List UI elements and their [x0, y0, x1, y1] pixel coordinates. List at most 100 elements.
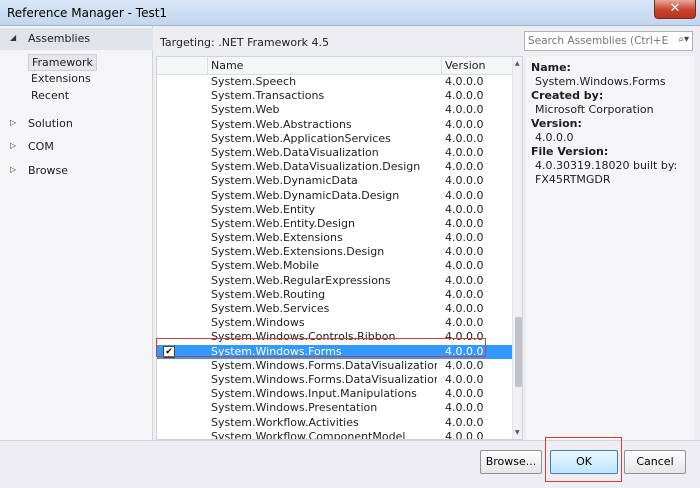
table-row[interactable]: System.Windows.Controls.Ribbon 4.0.0.0	[157, 330, 512, 344]
assembly-version: 4.0.0.0	[445, 302, 484, 315]
close-icon: ✕	[669, 1, 681, 16]
column-header-version[interactable]: Version	[445, 59, 485, 72]
scroll-down-icon[interactable]: ▼	[515, 429, 520, 436]
table-row[interactable]: System.Web.DynamicData 4.0.0.0	[157, 174, 512, 188]
assembly-version: 4.0.0.0	[445, 160, 484, 174]
list-rows: System.Speech 4.0.0.0 System.Transactions 4…	[157, 75, 512, 440]
table-row[interactable]: System.Web.Routing 4.0.0.0	[157, 288, 512, 302]
assembly-version: 4.0.0.0	[445, 174, 484, 188]
assembly-version: 4.0.0.0	[445, 287, 484, 301]
detail-created-label: Created by:	[531, 89, 604, 102]
table-row[interactable]: System.Web.Abstractions 4.0.0.0	[157, 118, 512, 132]
nav-group-label: Solution	[28, 117, 73, 130]
table-row[interactable]: System.Web.ApplicationServices 4.0.0.0	[157, 132, 512, 146]
table-row[interactable]: System.Web 4.0.0.0	[157, 103, 512, 117]
assembly-list[interactable]: Name Version System.Speech 4.0.0.0 System.…	[156, 56, 523, 440]
table-row[interactable]: System.Web.Entity 4.0.0.0	[157, 203, 512, 217]
assembly-name: System.Web.Services	[211, 302, 330, 315]
assembly-version: 4.0.0.0	[445, 245, 484, 259]
table-row[interactable]: System.Web.Extensions 4.0.0.0	[157, 231, 512, 245]
nav-item-recent[interactable]: Recent	[28, 88, 72, 105]
assembly-version: 4.0.0.0	[445, 273, 484, 287]
search-box[interactable]: ⌕▾	[524, 31, 693, 51]
targeting-label: Targeting: .NET Framework 4.5	[160, 36, 330, 49]
assembly-name: System.Windows.Presentation	[211, 401, 378, 415]
title-bar: Reference Manager - Test1 ✕	[0, 0, 700, 26]
assembly-name: System.Web.Routing	[211, 287, 326, 301]
assembly-name: System.Web.DynamicData	[211, 174, 358, 188]
scroll-thumb[interactable]	[515, 317, 522, 387]
assembly-version: 4.0.0.0	[445, 344, 484, 358]
table-row[interactable]: System.Web.DataVisualization 4.0.0.0	[157, 146, 512, 160]
table-row[interactable]: System.Web.DynamicData.Design 4.0.0.0	[157, 189, 512, 203]
browse-button[interactable]: Browse...	[480, 450, 542, 474]
table-row[interactable]: System.Windows.Forms.DataVisualization.D…	[157, 373, 512, 387]
table-row[interactable]: System.Web.DataVisualization.Design 4.0.0…	[157, 160, 512, 174]
assembly-version: 4.0.0.0	[445, 103, 484, 117]
assembly-name: System.Web.Extensions.Design	[211, 245, 385, 259]
collapsed-arrow-icon: ▷	[10, 141, 17, 150]
table-row[interactable]: System.Web.Extensions.Design 4.0.0.0	[157, 245, 512, 259]
assembly-name: System.Windows.Forms	[211, 344, 342, 358]
table-row[interactable]: System.Transactions 4.0.0.0	[157, 89, 512, 103]
search-options-icon[interactable]: ⌕▾	[678, 34, 689, 45]
reference-checkbox[interactable]: ✔	[163, 345, 175, 358]
assembly-name: System.Transactions	[211, 89, 325, 103]
assembly-version: 4.0.0.0	[445, 131, 484, 145]
nav-group-browse[interactable]: ▷ Browse	[0, 160, 153, 182]
nav-item-extensions[interactable]: Extensions	[28, 71, 94, 88]
assembly-version: 4.0.0.0	[445, 316, 484, 330]
table-row[interactable]: System.Windows.Input.Manipulations 4.0.0.…	[157, 387, 512, 401]
nav-group-solution[interactable]: ▷ Solution	[0, 113, 153, 135]
table-row[interactable]: System.Workflow.ComponentModel 4.0.0.0	[157, 429, 512, 440]
assembly-version: 4.0.0.0	[445, 231, 484, 245]
list-scrollbar[interactable]: ▲ ▼	[512, 57, 522, 439]
assembly-version: 4.0.0.0	[445, 429, 484, 440]
assembly-version: 4.0.0.0	[445, 75, 484, 88]
scroll-up-icon[interactable]: ▲	[515, 60, 520, 67]
table-row[interactable]: System.Speech 4.0.0.0	[157, 75, 512, 89]
table-row[interactable]: System.Workflow.Activities 4.0.0.0	[157, 416, 512, 430]
assembly-name: System.Workflow.Activities	[211, 415, 359, 429]
detail-name-value: System.Windows.Forms	[535, 75, 666, 88]
assembly-version: 4.0.0.0	[445, 259, 484, 273]
assembly-version: 4.0.0.0	[445, 202, 484, 216]
table-row[interactable]: System.Web.Services 4.0.0.0	[157, 302, 512, 316]
detail-panel: Name: System.Windows.Forms Created by: M…	[526, 56, 694, 440]
column-separator	[441, 57, 442, 75]
cancel-button[interactable]: Cancel	[624, 450, 686, 474]
detail-file-version-build: FX45RTMGDR	[535, 173, 611, 186]
nav-item-framework[interactable]: Framework	[28, 54, 97, 71]
list-header: Name Version	[157, 57, 512, 75]
assembly-version: 4.0.0.0	[445, 89, 484, 103]
table-row[interactable]: System.Web.RegularExpressions 4.0.0.0	[157, 274, 512, 288]
nav-group-label: Assemblies	[28, 32, 91, 45]
column-header-name[interactable]: Name	[211, 59, 243, 72]
assembly-name: System.Web.Mobile	[211, 259, 320, 273]
close-button[interactable]: ✕	[654, 0, 696, 19]
collapsed-arrow-icon: ▷	[10, 165, 17, 174]
ok-button[interactable]: OK	[550, 450, 618, 474]
assembly-version: 4.0.0.0	[445, 145, 484, 159]
nav-group-com[interactable]: ▷ COM	[0, 136, 153, 158]
table-row[interactable]: System.Windows.Forms.DataVisualization 4.…	[157, 359, 512, 373]
table-row[interactable]: System.Web.Entity.Design 4.0.0.0	[157, 217, 512, 231]
assembly-name: System.Windows.Controls.Ribbon	[211, 330, 396, 344]
search-input[interactable]	[528, 34, 668, 48]
dialog-body: ◢ Assemblies Framework Extensions Recent…	[0, 26, 700, 488]
table-row[interactable]: ✔ System.Windows.Forms 4.0.0.0	[157, 344, 512, 359]
detail-version-label: Version:	[531, 117, 582, 130]
assembly-name: System.Speech	[211, 75, 297, 88]
detail-file-version-label: File Version:	[531, 145, 609, 158]
table-row[interactable]: System.Web.Mobile 4.0.0.0	[157, 259, 512, 273]
expanded-arrow-icon: ◢	[10, 33, 17, 42]
category-nav: ◢ Assemblies Framework Extensions Recent…	[0, 26, 153, 440]
table-row[interactable]: System.Windows.Presentation 4.0.0.0	[157, 401, 512, 415]
assembly-name: System.Web.DataVisualization.Design	[211, 160, 421, 174]
table-row[interactable]: System.Windows 4.0.0.0	[157, 316, 512, 330]
nav-group-assemblies[interactable]: ◢ Assemblies	[0, 28, 153, 50]
detail-version-value: 4.0.0.0	[535, 131, 574, 144]
assembly-name: System.Windows.Forms.DataVisualization	[211, 358, 437, 372]
assembly-name: System.Web.DataVisualization	[211, 145, 379, 159]
assembly-name: System.Workflow.ComponentModel	[211, 429, 406, 440]
